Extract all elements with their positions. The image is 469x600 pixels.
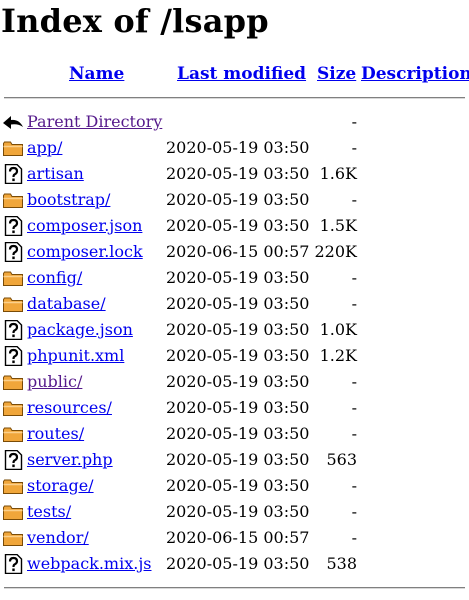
entry-link[interactable]: database/ [27,291,106,317]
table-row: database/2020-05-19 03:50 - [0,291,469,317]
folder-icon[interactable] [2,190,24,210]
table-row: vendor/2020-06-15 00:57 - [0,525,469,551]
entry-link[interactable]: app/ [27,135,62,161]
table-row: resources/2020-05-19 03:50 - [0,395,469,421]
table-row: phpunit.xml 2020-05-19 03:50 1.2K [0,343,469,369]
entry-link[interactable]: artisan [27,161,84,187]
column-header-description[interactable]: Description [361,63,469,85]
last-modified-cell: 2020-05-19 03:50 [166,268,310,287]
size-cell: - [351,372,357,391]
unknown-file-icon[interactable] [2,241,24,263]
entry-link[interactable]: public/ [27,369,82,395]
last-modified-cell: 2020-05-19 03:50 [166,320,310,339]
table-row: bootstrap/2020-05-19 03:50 - [0,187,469,213]
table-row: composer.json 2020-05-19 03:50 1.5K [0,213,469,239]
header-divider [4,97,465,99]
size-cell: - [351,190,357,209]
last-modified-cell: 2020-05-19 03:50 [166,398,310,417]
last-modified-cell: 2020-06-15 00:57 [166,242,310,261]
folder-icon[interactable] [2,476,24,496]
entry-link[interactable]: storage/ [27,473,94,499]
folder-icon[interactable] [2,294,24,314]
table-row: package.json 2020-05-19 03:50 1.0K [0,317,469,343]
size-cell: - [351,424,357,443]
last-modified-cell: 2020-05-19 03:50 [166,372,310,391]
size-cell: 1.6K [319,164,357,183]
entry-link[interactable]: composer.lock [27,239,143,265]
size-cell: 1.0K [319,320,357,339]
last-modified-cell: 2020-05-19 03:50 [166,554,310,573]
last-modified-cell: 2020-05-19 03:50 [166,476,310,495]
entry-link[interactable]: package.json [27,317,133,343]
size-cell: 538 [326,554,357,573]
table-row: artisan 2020-05-19 03:50 1.6K [0,161,469,187]
folder-icon[interactable] [2,528,24,548]
last-modified-cell: 2020-05-19 03:50 [166,450,310,469]
folder-icon[interactable] [2,502,24,522]
entry-link[interactable]: webpack.mix.js [27,551,152,577]
table-row: app/2020-05-19 03:50 - [0,135,469,161]
last-modified-cell: 2020-05-19 03:50 [166,138,310,157]
unknown-file-icon[interactable] [2,319,24,341]
unknown-file-icon[interactable] [2,553,24,575]
table-row: config/2020-05-19 03:50 - [0,265,469,291]
table-row: webpack.mix.js 2020-05-19 03:50 538 [0,551,469,577]
last-modified-cell: 2020-05-19 03:50 [166,502,310,521]
unknown-file-icon[interactable] [2,345,24,367]
size-cell: 1.5K [319,216,357,235]
unknown-file-icon[interactable] [2,449,24,471]
folder-icon[interactable] [2,424,24,444]
size-cell: - [351,476,357,495]
column-header-name[interactable]: Name [69,63,124,85]
column-header-size[interactable]: Size [317,63,356,85]
entry-link[interactable]: resources/ [27,395,112,421]
unknown-file-icon[interactable] [2,215,24,237]
folder-icon[interactable] [2,268,24,288]
last-modified-cell: 2020-05-19 03:50 [166,216,310,235]
footer-divider [4,587,465,589]
size-cell: - [351,268,357,287]
entry-link[interactable]: tests/ [27,499,71,525]
size-cell: - [351,138,357,157]
entry-link[interactable]: bootstrap/ [27,187,110,213]
table-row: public/2020-05-19 03:50 - [0,369,469,395]
table-row: storage/2020-05-19 03:50 - [0,473,469,499]
table-row: composer.lock 2020-06-15 00:57 220K [0,239,469,265]
entry-link[interactable]: vendor/ [27,525,89,551]
unknown-file-icon[interactable] [2,163,24,185]
last-modified-cell: 2020-05-19 03:50 [166,424,310,443]
size-cell: - [351,294,357,313]
size-cell: 1.2K [319,346,357,365]
last-modified-cell: 2020-05-19 03:50 [166,190,310,209]
table-row: routes/2020-05-19 03:50 - [0,421,469,447]
folder-icon[interactable] [2,398,24,418]
table-row: tests/2020-05-19 03:50 - [0,499,469,525]
last-modified-cell: 2020-05-19 03:50 [166,346,310,365]
entry-link[interactable]: routes/ [27,421,84,447]
entry-link[interactable]: config/ [27,265,82,291]
size-cell: - [351,112,357,131]
column-header-last-modified[interactable]: Last modified [177,63,306,85]
size-cell: 220K [314,242,358,261]
back-arrow-icon[interactable] [2,112,24,132]
last-modified-cell: 2020-05-19 03:50 [166,294,310,313]
entry-link[interactable]: composer.json [27,213,142,239]
entry-link[interactable]: server.php [27,447,113,473]
size-cell: - [351,502,357,521]
folder-icon[interactable] [2,372,24,392]
size-cell: 563 [326,450,357,469]
size-cell: - [351,528,357,547]
parent-directory-row: Parent Directory - [0,109,469,135]
last-modified-cell: 2020-05-19 03:50 [166,164,310,183]
folder-icon[interactable] [2,138,24,158]
last-modified-cell: 2020-06-15 00:57 [166,528,310,547]
parent-directory-link[interactable]: Parent Directory [27,109,162,135]
page-title: Index of /lsapp [1,2,269,40]
size-cell: - [351,398,357,417]
table-row: server.php 2020-05-19 03:50 563 [0,447,469,473]
entry-link[interactable]: phpunit.xml [27,343,124,369]
